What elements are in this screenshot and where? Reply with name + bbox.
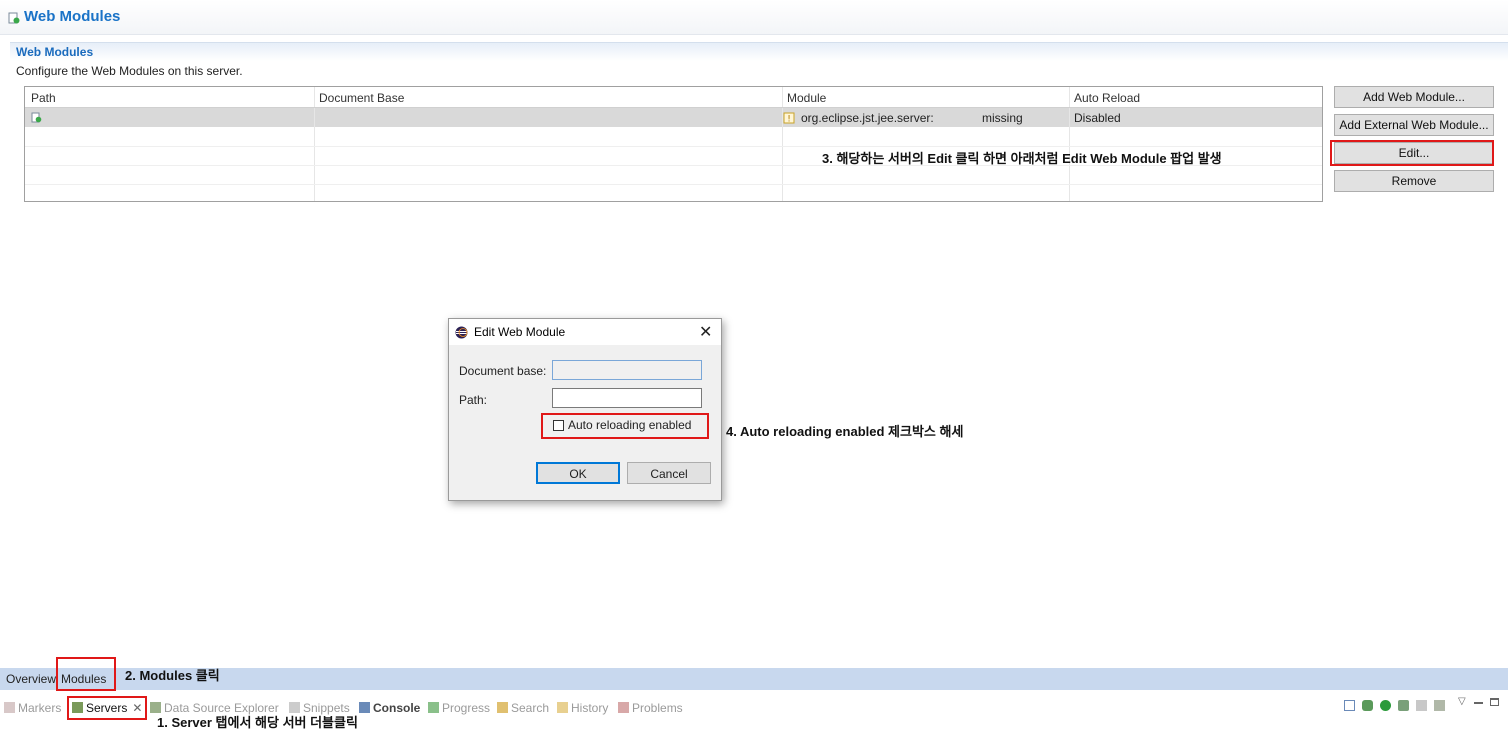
edit-highlight-box bbox=[1330, 140, 1494, 166]
web-module-icon bbox=[8, 12, 20, 24]
document-base-input[interactable] bbox=[552, 360, 702, 380]
problems-icon bbox=[618, 702, 629, 713]
section-header bbox=[10, 42, 1508, 61]
section-description: Configure the Web Modules on this server… bbox=[16, 64, 243, 78]
tab-console[interactable]: Console bbox=[359, 701, 420, 715]
search-icon bbox=[497, 702, 508, 713]
warning-module-icon: ! bbox=[783, 112, 795, 124]
cell-module-status: missing bbox=[982, 111, 1023, 125]
close-icon[interactable]: ✕ bbox=[699, 322, 712, 342]
tab-history[interactable]: History bbox=[557, 701, 608, 715]
dialog-title: Edit Web Module bbox=[474, 325, 566, 339]
servers-highlight-box bbox=[67, 696, 147, 720]
add-external-web-module-button[interactable]: Add External Web Module... bbox=[1334, 114, 1494, 136]
debug-icon[interactable] bbox=[1362, 700, 1373, 711]
tab-search[interactable]: Search bbox=[497, 701, 549, 715]
path-input[interactable] bbox=[552, 388, 702, 408]
svg-text:!: ! bbox=[787, 115, 791, 125]
start-server-icon[interactable] bbox=[1380, 700, 1391, 711]
stop-icon[interactable] bbox=[1416, 700, 1427, 711]
annotation-step3: 3. 해당하는 서버의 Edit 클릭 하면 아래처럼 Edit Web Mod… bbox=[822, 151, 1222, 166]
annotation-step2: 2. Modules 클릭 bbox=[125, 668, 220, 683]
column-header-document-base[interactable]: Document Base bbox=[319, 91, 404, 105]
markers-icon bbox=[4, 702, 15, 713]
cancel-button[interactable]: Cancel bbox=[627, 462, 711, 484]
progress-icon bbox=[428, 702, 439, 713]
annotation-step4: 4. Auto reloading enabled 제크박스 해세 bbox=[726, 424, 964, 439]
path-label: Path: bbox=[459, 393, 488, 407]
column-header-module[interactable]: Module bbox=[787, 91, 826, 105]
eclipse-icon bbox=[455, 326, 468, 339]
editor-tab-bar bbox=[0, 668, 1508, 690]
editor-header bbox=[0, 0, 1508, 35]
add-web-module-button[interactable]: Add Web Module... bbox=[1334, 86, 1494, 108]
collapse-icon[interactable] bbox=[1344, 700, 1355, 711]
table-row[interactable] bbox=[25, 108, 1322, 127]
history-icon bbox=[557, 702, 568, 713]
tab-overview[interactable]: Overview bbox=[6, 672, 56, 686]
annotation-step1: 1. Server 탭에서 해당 서버 더블클릭 bbox=[157, 715, 358, 730]
modules-highlight-box bbox=[56, 657, 116, 691]
view-menu-icon[interactable]: ▽ bbox=[1458, 696, 1466, 707]
minimize-icon[interactable] bbox=[1474, 702, 1483, 704]
console-icon bbox=[359, 702, 370, 713]
column-header-path[interactable]: Path bbox=[31, 91, 56, 105]
document-base-label: Document base: bbox=[459, 364, 547, 378]
maximize-icon[interactable] bbox=[1490, 698, 1499, 706]
tab-problems[interactable]: Problems bbox=[618, 701, 683, 715]
page-title: Web Modules bbox=[24, 8, 121, 25]
checkbox-highlight-box bbox=[541, 413, 709, 439]
ok-button[interactable]: OK bbox=[536, 462, 620, 484]
profile-icon[interactable] bbox=[1398, 700, 1409, 711]
publish-icon[interactable] bbox=[1434, 700, 1445, 711]
cell-module: org.eclipse.jst.jee.server: bbox=[801, 111, 934, 125]
remove-button[interactable]: Remove bbox=[1334, 170, 1494, 192]
edit-web-module-dialog: Edit Web Module ✕ Document base: Path: A… bbox=[448, 318, 722, 501]
tab-progress[interactable]: Progress bbox=[428, 701, 490, 715]
web-modules-table[interactable]: Path Document Base Module Auto Reload ! … bbox=[24, 86, 1323, 202]
column-header-auto-reload[interactable]: Auto Reload bbox=[1074, 91, 1140, 105]
cell-auto-reload: Disabled bbox=[1074, 111, 1121, 125]
tab-markers[interactable]: Markers bbox=[4, 701, 61, 715]
web-module-icon bbox=[31, 112, 42, 123]
section-title: Web Modules bbox=[16, 45, 94, 59]
